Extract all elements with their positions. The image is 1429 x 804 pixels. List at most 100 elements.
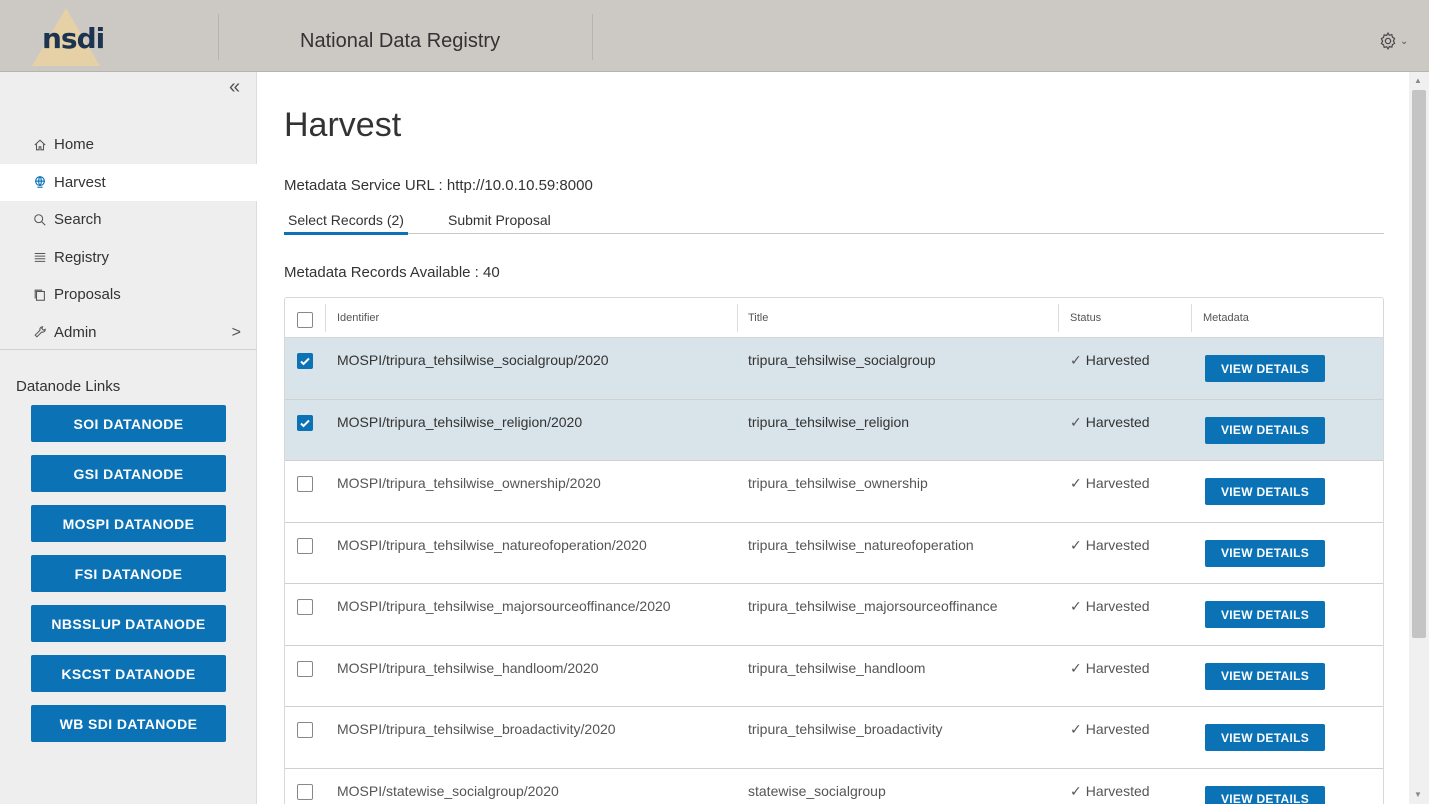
table-row[interactable]: MOSPI/tripura_tehsilwise_ownership/2020 t… <box>285 461 1383 523</box>
collapse-sidebar-button[interactable]: « <box>229 76 240 99</box>
tab-select-records[interactable]: Select Records (2) <box>284 212 408 235</box>
datanode-button-mospi[interactable]: MOSPI DATANODE <box>31 505 226 542</box>
chevron-down-icon: ⌄ <box>1400 35 1409 47</box>
datanode-button-fsi[interactable]: FSI DATANODE <box>31 555 226 592</box>
sidebar-item-proposals[interactable]: Proposals <box>0 276 257 314</box>
app-title: National Data Registry <box>300 30 501 52</box>
check-icon: ✓ <box>1070 659 1082 676</box>
table-row[interactable]: MOSPI/tripura_tehsilwise_socialgroup/202… <box>285 338 1383 400</box>
row-checkbox[interactable] <box>297 537 313 554</box>
view-details-button[interactable]: VIEW DETAILS <box>1205 601 1325 628</box>
datanode-button-kscst[interactable]: KSCST DATANODE <box>31 655 226 692</box>
table-row[interactable]: MOSPI/tripura_tehsilwise_natureofoperati… <box>285 522 1383 584</box>
sidebar-item-label: Harvest <box>54 173 106 191</box>
sidebar-item-search[interactable]: Search <box>0 201 257 239</box>
status-cell: ✓ Harvested <box>1070 721 1150 738</box>
title-cell: tripura_tehsilwise_ownership <box>748 475 928 491</box>
identifier-cell: MOSPI/tripura_tehsilwise_handloom/2020 <box>337 659 599 676</box>
identifier-cell: MOSPI/tripura_tehsilwise_broadactivity/2… <box>337 721 616 737</box>
tab-bar: Select Records (2) Submit Proposal <box>284 210 1384 235</box>
datanode-button-gsi[interactable]: GSI DATANODE <box>31 455 226 492</box>
status-cell: ✓ Harvested <box>1070 598 1150 615</box>
sidebar-item-harvest[interactable]: Harvest <box>0 163 257 201</box>
status-label: Harvested <box>1085 352 1150 368</box>
scroll-down-arrow-icon[interactable]: ▼ <box>1414 790 1422 799</box>
status-cell: ✓ Harvested <box>1070 537 1150 554</box>
title-cell: tripura_tehsilwise_handloom <box>748 659 926 676</box>
row-checkbox[interactable] <box>297 414 313 431</box>
title-cell: tripura_tehsilwise_broadactivity <box>748 721 943 737</box>
check-icon: ✓ <box>1070 352 1082 368</box>
column-header-status: Status <box>1070 312 1102 324</box>
scrollbar-thumb[interactable] <box>1412 90 1426 638</box>
sidebar-item-label: Registry <box>54 248 110 266</box>
status-cell: ✓ Harvested <box>1070 475 1150 492</box>
title-cell: tripura_tehsilwise_socialgroup <box>748 352 936 368</box>
view-details-button[interactable]: VIEW DETAILS <box>1205 478 1325 505</box>
table-body: MOSPI/tripura_tehsilwise_socialgroup/202… <box>285 338 1383 804</box>
sidebar-item-admin[interactable]: Admin > <box>0 314 257 352</box>
sidebar-item-home[interactable]: Home <box>0 126 257 164</box>
column-separator <box>737 304 738 332</box>
page-title: Harvest <box>284 106 402 144</box>
sidebar-item-registry[interactable]: Registry <box>0 239 257 277</box>
row-checkbox[interactable] <box>297 783 313 800</box>
row-checkbox[interactable] <box>297 599 313 615</box>
tab-submit-proposal[interactable]: Submit Proposal <box>448 212 551 228</box>
status-cell: ✓ Harvested <box>1070 414 1150 431</box>
header-divider <box>218 14 219 60</box>
check-icon: ✓ <box>1070 721 1082 737</box>
page-scrollbar[interactable]: ▲ ▼ <box>1409 72 1429 804</box>
table-row[interactable]: MOSPI/tripura_tehsilwise_broadactivity/2… <box>285 707 1383 769</box>
sidebar-item-label: Search <box>54 211 102 229</box>
identifier-cell: MOSPI/tripura_tehsilwise_socialgroup/202… <box>337 352 609 368</box>
title-cell: statewise_socialgroup <box>748 782 886 799</box>
check-icon: ✓ <box>1070 536 1082 553</box>
title-cell: tripura_tehsilwise_religion <box>748 413 910 430</box>
sidebar: « Home Harvest Search Registry Proposals Admi… <box>0 72 257 804</box>
view-details-button[interactable]: VIEW DETAILS <box>1205 416 1325 444</box>
status-label: Harvested <box>1085 721 1150 737</box>
globe-icon <box>32 175 48 189</box>
title-cell: tripura_tehsilwise_natureofoperation <box>748 536 974 553</box>
sidebar-item-label: Home <box>54 136 95 154</box>
table-header: Identifier Title Status Metadata <box>285 298 1383 338</box>
status-label: Harvested <box>1085 782 1150 799</box>
row-checkbox[interactable] <box>297 660 313 677</box>
identifier-cell: MOSPI/tripura_tehsilwise_religion/2020 <box>337 413 583 430</box>
table-row[interactable]: MOSPI/statewise_socialgroup/2020 statewis… <box>285 768 1383 804</box>
scroll-up-arrow-icon[interactable]: ▲ <box>1414 76 1422 85</box>
sidebar-divider <box>0 349 257 350</box>
view-details-button[interactable]: VIEW DETAILS <box>1205 724 1325 751</box>
status-label: Harvested <box>1085 598 1150 614</box>
chevron-right-icon: > <box>231 323 241 341</box>
status-label: Harvested <box>1085 659 1150 676</box>
row-checkbox[interactable] <box>297 353 313 369</box>
datanode-button-soi[interactable]: SOI DATANODE <box>31 405 226 442</box>
view-details-button[interactable]: VIEW DETAILS <box>1205 355 1325 382</box>
select-all-checkbox[interactable] <box>297 312 313 328</box>
sidebar-item-label: Admin <box>54 323 97 341</box>
table-row[interactable]: MOSPI/tripura_tehsilwise_majorsourceoffi… <box>285 584 1383 646</box>
settings-menu[interactable]: ⌄ <box>1378 30 1414 52</box>
view-details-button[interactable]: VIEW DETAILS <box>1205 539 1325 567</box>
row-checkbox[interactable] <box>297 722 313 738</box>
view-details-button[interactable]: VIEW DETAILS <box>1205 662 1325 690</box>
identifier-cell: MOSPI/tripura_tehsilwise_majorsourceoffi… <box>337 598 671 614</box>
table-row[interactable]: MOSPI/tripura_tehsilwise_religion/2020 tr… <box>285 399 1383 461</box>
row-checkbox[interactable] <box>297 476 313 492</box>
sidebar-nav: Home Harvest Search Registry Proposals Admin > <box>0 126 257 351</box>
records-table: Identifier Title Status Metadata MOSPI/t… <box>284 297 1384 804</box>
check-icon: ✓ <box>1070 598 1082 614</box>
datanode-links-title: Datanode Links <box>16 378 121 395</box>
column-separator <box>1058 304 1059 332</box>
records-available-count: Metadata Records Available : 40 <box>284 264 500 281</box>
copy-icon <box>32 288 48 302</box>
nsdi-logo[interactable]: nsdi <box>32 8 122 66</box>
home-icon <box>32 138 48 152</box>
column-separator <box>1191 304 1192 332</box>
table-row[interactable]: MOSPI/tripura_tehsilwise_handloom/2020 tr… <box>285 645 1383 707</box>
datanode-button-wb[interactable]: WB SDI DATANODE <box>31 705 226 742</box>
datanode-button-nbsslup[interactable]: NBSSLUP DATANODE <box>31 605 226 642</box>
view-details-button[interactable]: VIEW DETAILS <box>1205 785 1325 804</box>
